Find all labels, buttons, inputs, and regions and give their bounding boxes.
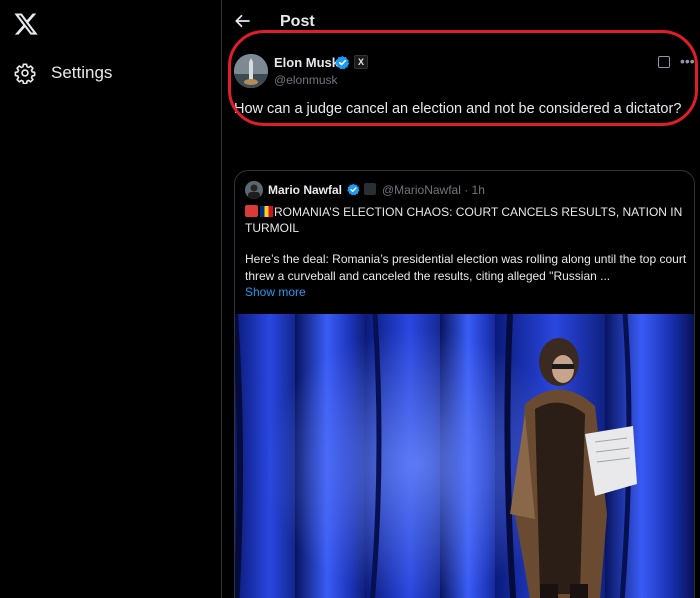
- quoted-post[interactable]: Mario Nawfal @MarioNawfal · 1h ROMANIA’S…: [234, 170, 695, 598]
- quote-body: Here’s the deal: Romania’s presidential …: [245, 252, 687, 283]
- quote-author-name[interactable]: Mario Nawfal: [268, 183, 342, 197]
- post-text: How can a judge cancel an election and n…: [234, 101, 682, 117]
- quote-headline-text: ROMANIA’S ELECTION CHAOS: COURT CANCELS …: [245, 205, 683, 235]
- quote-author-avatar[interactable]: [245, 181, 263, 199]
- quote-verified-badge-icon: [347, 183, 360, 196]
- show-more-link[interactable]: Show more: [245, 285, 306, 299]
- main-column: Post Elon Musk X @elonmusk ••• How can a…: [222, 0, 700, 598]
- author-avatar[interactable]: [234, 54, 268, 88]
- quote-author-handle: @MarioNawfal · 1h: [382, 183, 485, 197]
- quote-affiliation-badge-icon: [364, 183, 376, 195]
- settings-label: Settings: [51, 63, 113, 82]
- quote-avatar-image: [245, 181, 263, 199]
- x-logo-icon[interactable]: [13, 11, 39, 37]
- avatar-image: [234, 54, 268, 88]
- grok-icon[interactable]: [658, 56, 670, 68]
- gear-icon: [14, 63, 36, 84]
- post-header: Post: [222, 0, 700, 40]
- verified-badge-icon: [335, 55, 350, 70]
- romania-flag-icon: [260, 206, 273, 217]
- page-title: Post: [280, 13, 315, 30]
- quote-headline: ROMANIA’S ELECTION CHAOS: COURT CANCELS …: [245, 204, 690, 236]
- siren-emoji-icon: [245, 205, 258, 217]
- quote-media-image[interactable]: [235, 314, 694, 598]
- more-options-icon[interactable]: •••: [680, 53, 695, 69]
- author-name[interactable]: Elon Musk: [274, 55, 339, 70]
- author-handle[interactable]: @elonmusk: [274, 73, 338, 87]
- affiliation-badge[interactable]: X: [354, 55, 368, 69]
- left-navigation: Settings: [0, 0, 221, 598]
- nav-item-settings[interactable]: Settings: [14, 58, 112, 88]
- back-arrow-icon[interactable]: [234, 12, 252, 30]
- voting-booth-photo: [235, 314, 694, 598]
